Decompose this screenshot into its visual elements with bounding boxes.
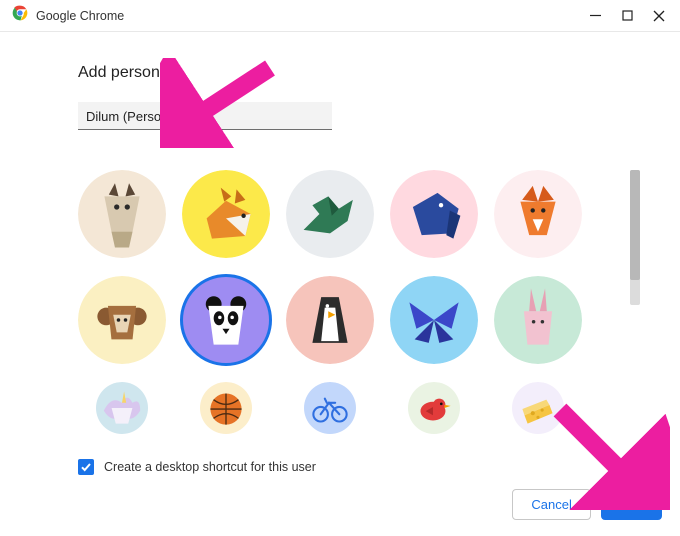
avatar-basketball[interactable] [182,382,270,434]
avatar-cheese[interactable] [494,382,582,434]
titlebar-left: Google Chrome [12,5,124,26]
avatar-origami-fox[interactable] [494,170,582,258]
avatar-origami-butterfly[interactable] [390,276,478,364]
avatar-origami-rabbit[interactable] [494,276,582,364]
dialog-content: Add person [0,32,680,444]
minimize-button[interactable] [588,9,602,23]
avatar-origami-dragon[interactable] [286,170,374,258]
window-title: Google Chrome [36,9,124,23]
dialog-heading: Add person [78,64,602,82]
add-button[interactable]: Add [601,489,662,520]
close-button[interactable] [652,9,666,23]
button-row: Cancel Add [78,489,662,520]
avatar-origami-corgi[interactable] [182,170,270,258]
avatar-origami-panda[interactable] [182,276,270,364]
avatar-scrollbar-thumb[interactable] [630,170,640,280]
cancel-button[interactable]: Cancel [512,489,590,520]
avatar-bicycle[interactable] [286,382,374,434]
avatar-origami-monkey[interactable] [78,276,166,364]
name-field [78,102,332,130]
desktop-shortcut-label: Create a desktop shortcut for this user [104,460,316,474]
avatar-bird[interactable] [390,382,478,434]
shortcut-row: Create a desktop shortcut for this user [78,459,662,475]
window-controls [588,9,672,23]
dialog-footer: Create a desktop shortcut for this user … [78,459,662,520]
chrome-icon [12,5,28,26]
person-name-input[interactable] [78,102,332,130]
avatar-origami-elephant[interactable] [390,170,478,258]
window-titlebar: Google Chrome [0,0,680,32]
avatar-origami-unicorn[interactable] [78,382,166,434]
avatar-picker [78,170,602,434]
avatar-origami-penguin[interactable] [286,276,374,364]
desktop-shortcut-checkbox[interactable] [78,459,94,475]
maximize-button[interactable] [620,9,634,23]
avatar-origami-cat[interactable] [78,170,166,258]
